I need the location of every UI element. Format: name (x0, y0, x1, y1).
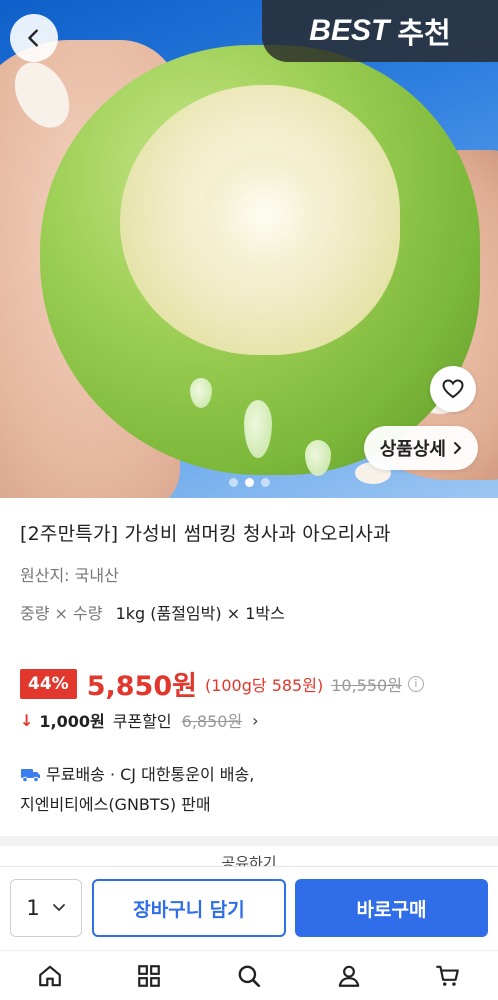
chevron-right-icon: › (252, 710, 259, 730)
chevron-right-icon (454, 442, 462, 454)
best-badge-label: BEST (309, 14, 390, 47)
truck-icon (21, 769, 40, 783)
nav-search[interactable] (224, 956, 274, 996)
nav-home[interactable] (25, 956, 75, 996)
original-price: 10,550원 (331, 675, 402, 695)
coupon-label: 쿠폰할인 (112, 712, 172, 731)
coupon-amount: 1,000원 (39, 712, 105, 731)
product-page: BEST 추천 상품상세 [2주만특가] 가성비 썸머킹 청사과 아오리사과 원… (0, 0, 498, 1000)
carousel-indicator (0, 478, 498, 487)
recommend-badge-label: 추천 (397, 16, 451, 50)
seller-info: 지엔비티에스(GNBTS) 판매 (20, 795, 211, 814)
quantity-value: 1 (26, 896, 40, 920)
nav-cart[interactable] (423, 956, 473, 996)
coupon-row[interactable]: ↓ 1,000원 쿠폰할인 6,850원 › (20, 708, 259, 732)
price-row: 44% 5,850원 (100g당 585원) 10,550원 i (20, 664, 424, 703)
sale-price: 5,850원 (86, 671, 197, 702)
carousel-dot[interactable] (260, 478, 270, 487)
category-grid-icon (138, 964, 161, 987)
section-divider (0, 836, 498, 846)
option-label: 중량 × 수량 (20, 604, 103, 623)
quantity-select[interactable]: 1 (10, 879, 82, 937)
shipping-text: 무료배송 · CJ 대한통운이 배송, (46, 765, 255, 784)
chevron-left-icon (28, 29, 38, 47)
product-detail-button[interactable]: 상품상세 (363, 426, 478, 470)
chevron-down-icon (52, 904, 65, 912)
nav-category[interactable] (124, 956, 174, 996)
user-icon (338, 965, 359, 987)
heart-icon (442, 379, 464, 399)
product-title: [2주만특가] 가성비 썸머킹 청사과 아오리사과 (20, 523, 391, 545)
option-value: 1kg (품절임박) × 1박스 (115, 604, 285, 623)
info-icon[interactable]: i (407, 675, 424, 692)
best-recommend-badge: BEST 추천 (262, 0, 498, 62)
back-button[interactable] (10, 14, 58, 62)
option-row: 중량 × 수량 1kg (품절임박) × 1박스 (20, 600, 484, 624)
apple-bite-core (200, 150, 330, 280)
bottom-navigation (0, 950, 498, 1000)
shipping-line-1: 무료배송 · CJ 대한통운이 배송, (20, 760, 484, 790)
search-icon (238, 965, 261, 987)
product-origin: 원산지: 국내산 (20, 566, 119, 585)
purchase-bar: 1 장바구니 담기 바로구매 (0, 866, 498, 950)
unit-price: (100g당 585원) (204, 675, 324, 695)
arrow-down-icon: ↓ (20, 710, 34, 730)
nav-mypage[interactable] (324, 956, 374, 996)
add-to-cart-button[interactable]: 장바구니 담기 (92, 879, 286, 937)
shipping-info: 무료배송 · CJ 대한통운이 배송, 지엔비티에스(GNBTS) 판매 (20, 760, 484, 820)
coupon-price: 6,850원 (181, 712, 243, 731)
buy-now-button[interactable]: 바로구매 (295, 879, 488, 937)
wishlist-button[interactable] (430, 366, 476, 412)
product-detail-label: 상품상세 (379, 439, 446, 460)
product-image[interactable]: BEST 추천 상품상세 (0, 0, 498, 498)
home-icon (38, 965, 61, 986)
product-info: [2주만특가] 가성비 썸머킹 청사과 아오리사과 원산지: 국내산 중량 × … (20, 520, 484, 624)
carousel-dot-active[interactable] (244, 478, 254, 487)
cart-icon (436, 965, 460, 986)
discount-badge: 44% (20, 668, 77, 699)
carousel-dot[interactable] (228, 478, 238, 487)
